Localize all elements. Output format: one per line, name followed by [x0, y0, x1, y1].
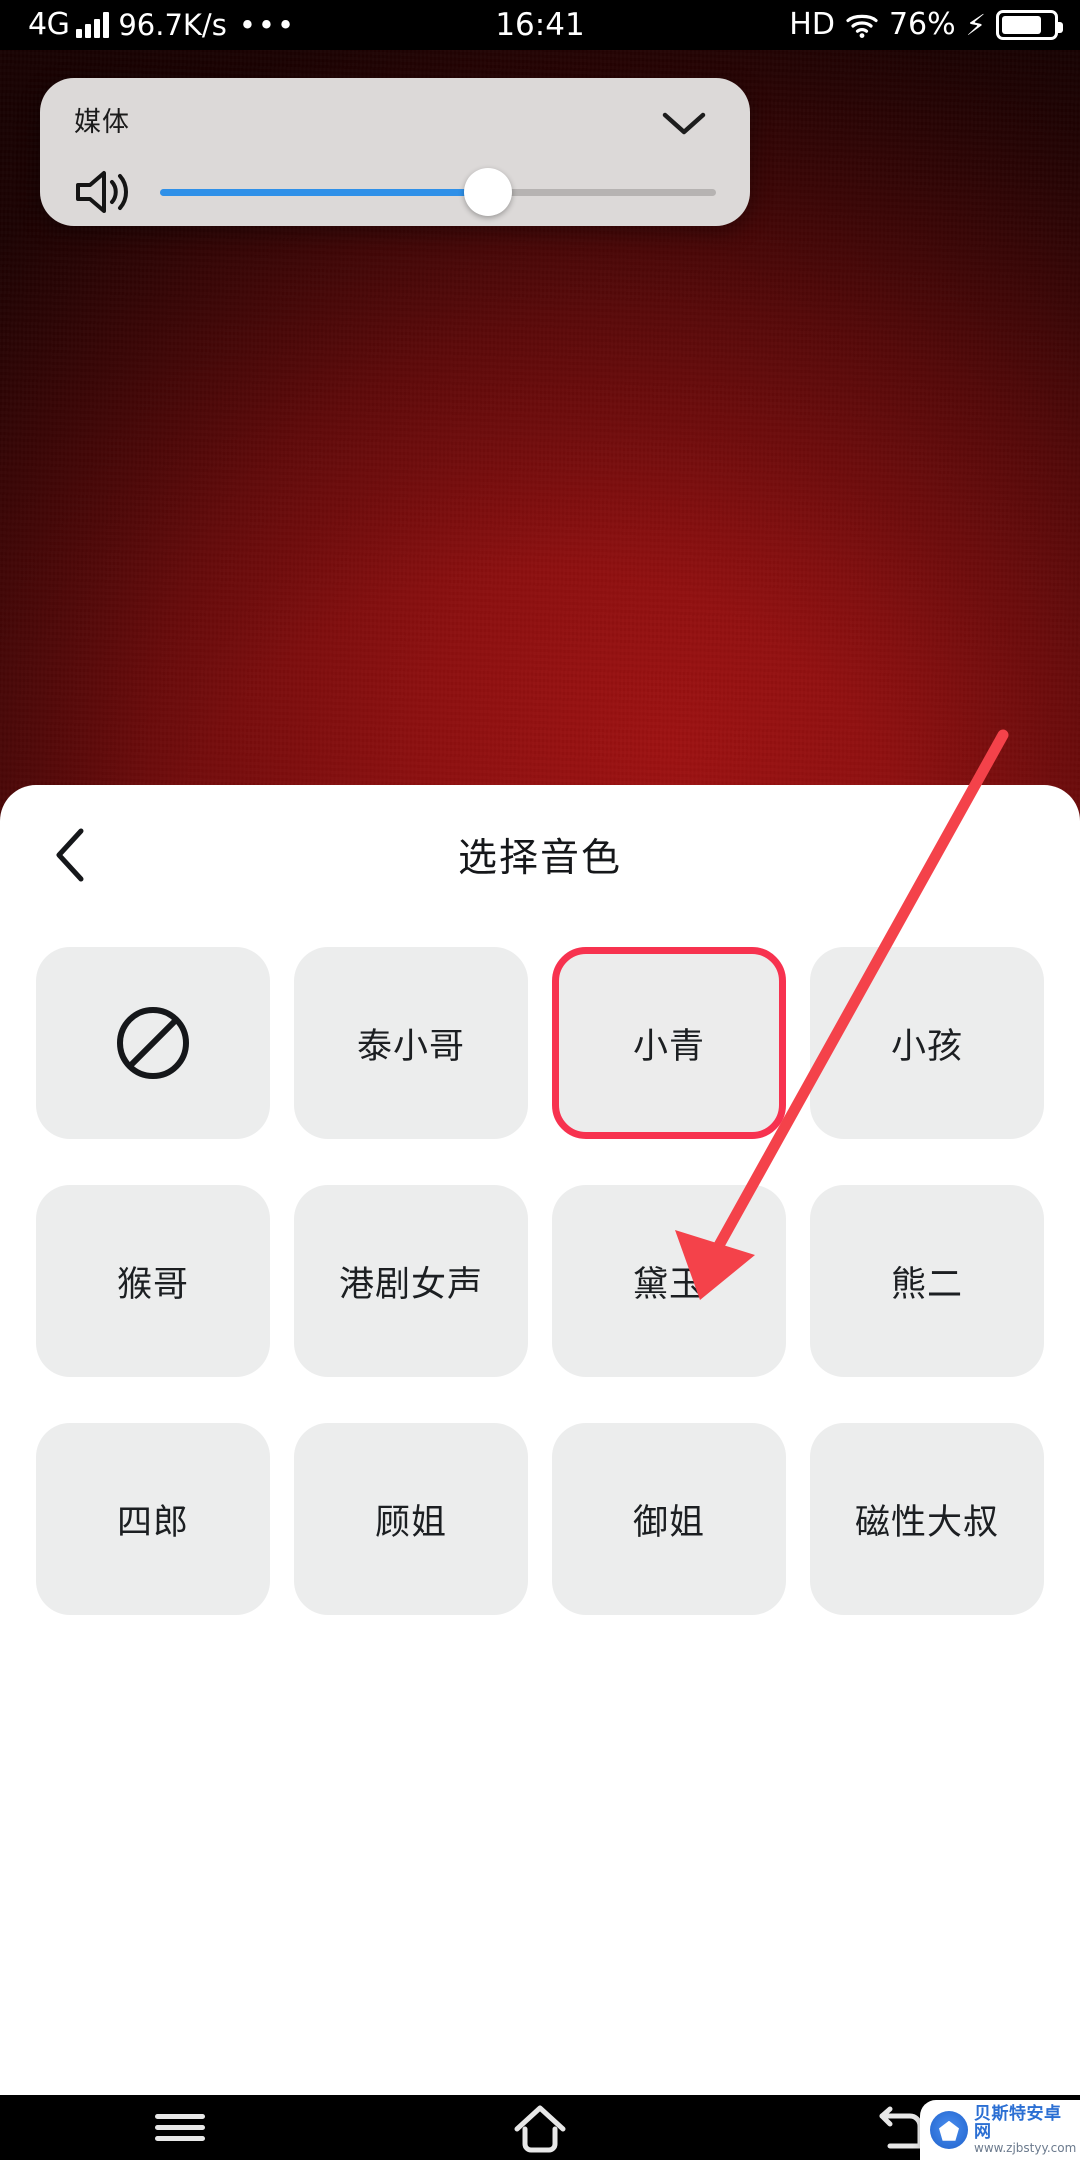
sheet-header: 选择音色	[0, 785, 1080, 925]
speaker-volume-icon[interactable]	[74, 166, 136, 218]
media-volume-panel[interactable]: 媒体	[40, 78, 750, 226]
wifi-icon	[845, 11, 879, 39]
voice-tile-label: 熊二	[890, 1264, 963, 1305]
prohibition-icon	[114, 1004, 192, 1082]
voice-tile-label: 泰小哥	[356, 1026, 465, 1067]
voice-tile-label: 磁性大叔	[854, 1502, 999, 1543]
voice-tile[interactable]	[36, 947, 270, 1139]
voice-tile-label: 御姐	[632, 1502, 705, 1543]
slider-thumb[interactable]	[464, 168, 513, 216]
watermark-site-name: 贝斯特安卓网	[974, 2103, 1062, 2143]
voice-select-sheet: 选择音色 泰小哥 小青 小孩猴哥 港剧女声 黛玉 熊二四郎 顾姐 御姐 磁性大叔	[0, 785, 1080, 2095]
watermark-logo-icon	[930, 2111, 968, 2149]
slider-track-fill	[160, 188, 489, 196]
voice-tile[interactable]: 熊二	[810, 1185, 1044, 1377]
volume-slider-row[interactable]	[74, 164, 716, 220]
voice-tile[interactable]: 港剧女声	[294, 1185, 528, 1377]
voice-tile[interactable]: 猴哥	[36, 1185, 270, 1377]
chevron-down-icon[interactable]	[660, 108, 708, 138]
site-watermark: 贝斯特安卓网 www.zjbstyy.com	[920, 2100, 1080, 2160]
voice-tile-label: 四郎	[116, 1502, 189, 1543]
battery-percent-label: 76%	[888, 7, 956, 42]
voice-tile[interactable]: 黛玉	[552, 1185, 786, 1377]
voice-tile[interactable]: 四郎	[36, 1423, 270, 1615]
page-title: 选择音色	[457, 836, 622, 881]
menu-icon[interactable]	[120, 2100, 240, 2156]
voice-tile-label: 小青	[632, 1026, 705, 1067]
voice-tile-label: 猴哥	[116, 1264, 189, 1305]
voice-tile[interactable]: 顾姐	[294, 1423, 528, 1615]
voice-tile-label: 黛玉	[632, 1264, 705, 1305]
home-icon[interactable]	[480, 2100, 600, 2156]
voice-tile[interactable]: 小青	[552, 947, 786, 1139]
voice-tile-label: 港剧女声	[338, 1264, 483, 1305]
voice-tile-grid: 泰小哥 小青 小孩猴哥 港剧女声 黛玉 熊二四郎 顾姐 御姐 磁性大叔	[0, 925, 1080, 1615]
voice-tile[interactable]: 磁性大叔	[810, 1423, 1044, 1615]
chevron-left-icon[interactable]	[48, 826, 92, 884]
watermark-text: 贝斯特安卓网 www.zjbstyy.com	[974, 2103, 1077, 2156]
voice-tile[interactable]: 御姐	[552, 1423, 786, 1615]
status-bar-right: HD 76% ⚡	[789, 7, 1063, 42]
voice-tile[interactable]: 小孩	[810, 947, 1044, 1139]
lightning-bolt-icon: ⚡	[965, 7, 986, 42]
battery-icon	[996, 10, 1063, 40]
volume-panel-title: 媒体	[74, 107, 130, 138]
volume-slider[interactable]	[160, 168, 716, 216]
voice-tile[interactable]: 泰小哥	[294, 947, 528, 1139]
android-nav-bar	[0, 2095, 1080, 2160]
hd-label: HD	[789, 7, 835, 42]
voice-tile-label: 小孩	[890, 1026, 963, 1067]
watermark-site-url: www.zjbstyy.com	[974, 2141, 1077, 2156]
voice-tile-label: 顾姐	[374, 1502, 447, 1543]
status-bar: 4G 96.7K/s ••• 16:41 HD 76% ⚡	[0, 0, 1080, 50]
